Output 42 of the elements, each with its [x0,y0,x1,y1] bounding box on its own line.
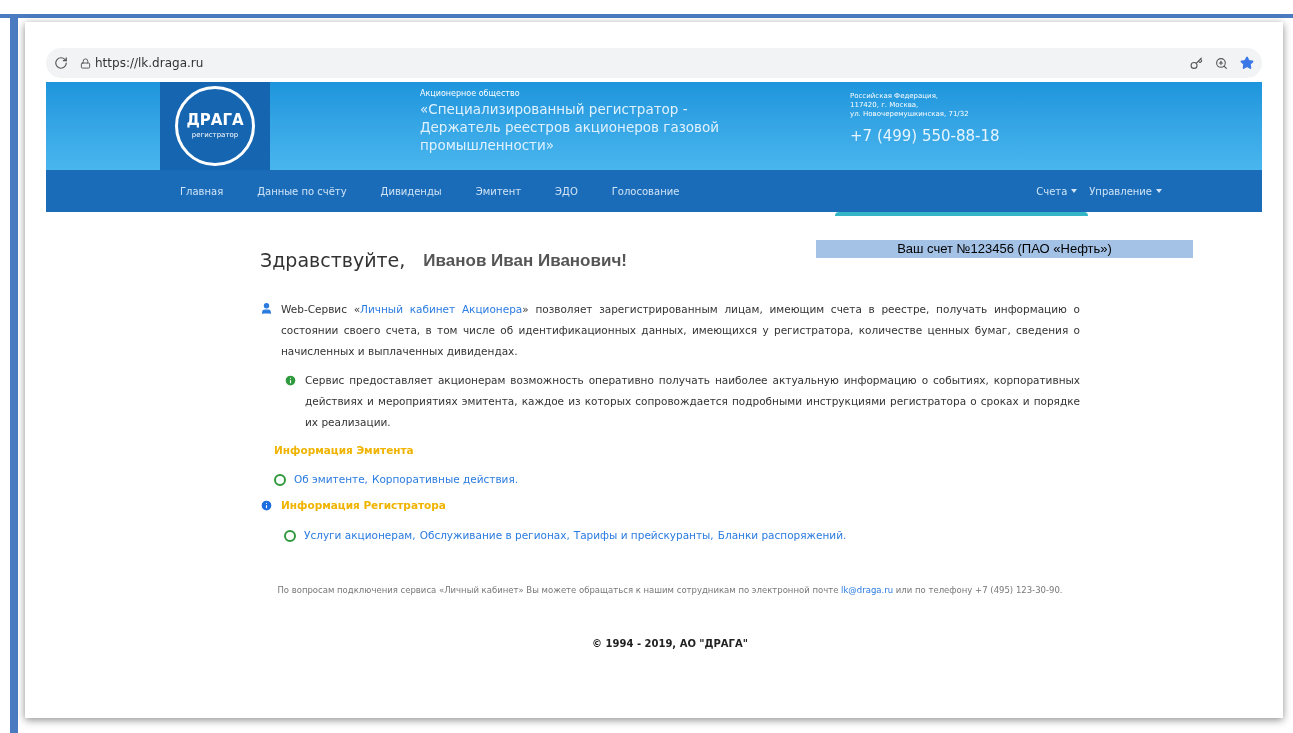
contact-text: По вопросам подключения сервиса «Личный кабинет» Вы можете обращаться к нашим сотрудникам по электронной почте lk@draga.ru или по телефону +7 (495) 123-30-90. [276,583,1064,597]
section-title: Информация Регистратора [281,498,446,513]
section-link[interactable]: Об эмитенте, [294,472,368,488]
section-link[interactable]: Бланки распоряжений. [717,527,847,544]
nav-link[interactable]: Данные по счёту [257,183,347,199]
info-icon [284,373,297,387]
org-type: Акционерное общество [420,88,521,100]
greeting-text: Здравствуйте, [260,248,406,273]
section-link[interactable]: Обслуживание в регионах, [419,527,570,544]
key-icon[interactable] [1190,56,1203,70]
copyright-text: © 1994 - 2019, АО "ДРАГА" [591,636,749,651]
nav-link[interactable]: ЭДО [555,183,578,199]
info-icon [260,499,273,513]
caret-icon [1156,189,1162,193]
org-name: «Специализированный регистратор - Держатель реестров акционеров газовой промышленности» [420,100,720,154]
nav-link[interactable]: Дивиденды [380,183,442,199]
zoom-icon[interactable] [1215,56,1228,70]
user-icon [260,301,273,315]
address-url[interactable]: https://lk.draga.ru [95,54,204,72]
phone-number: +7 (499) 550-88-18 [850,126,1000,147]
user-name: Иванов Иван Иванович! [423,249,627,272]
intro-paragraph: Web-Сервис «Личный кабинет Акционера» позволяет зарегистрированным лицам, имеющим счета в реестре, получать информацию о состоянии своего счета, в том числе об идентификационных данных, имеющихся у регистратора, количестве ценных бумаг, сведения о начисленных и выплаченных дивидендах. [281,301,1080,359]
nav-link[interactable]: Главная [180,183,224,199]
lock-icon [80,57,91,69]
reload-icon[interactable] [54,56,68,70]
nav-dropdown[interactable]: Счета [1036,183,1078,199]
note-paragraph: Сервис предоставляет акционерам возможность оперативно получать наиболее актуальную информацию о событиях, корпоративных действиях и мероприятиях эмитента, каждое из которых сопровождается подробными инструкциями регистратора о сроках и порядке их реализации. [305,372,1080,430]
caret-icon [1071,189,1078,193]
logo-text: ДРАГА [186,113,244,128]
bookmark-star-icon[interactable] [1240,56,1254,70]
bullet-icon [274,474,286,487]
cabinet-link[interactable]: Личный кабинет Акционера [360,302,523,315]
section-link[interactable]: Услуги акционерам, [304,527,416,544]
bullet-icon [284,529,296,542]
section-title: Информация Эмитента [274,442,414,458]
account-label: Ваш счет №123456 (ПАО «Нефть») [816,240,1193,258]
nav-link[interactable]: Голосование [611,183,680,199]
section-link[interactable]: Тарифы и прейскуранты, [573,527,714,544]
nav-link[interactable]: Эмитент [475,183,522,199]
nav-dropdown[interactable]: Управление [1089,183,1162,199]
section-link[interactable]: Корпоративные действия. [371,472,519,488]
email-link[interactable]: lk@draga.ru [841,584,894,595]
